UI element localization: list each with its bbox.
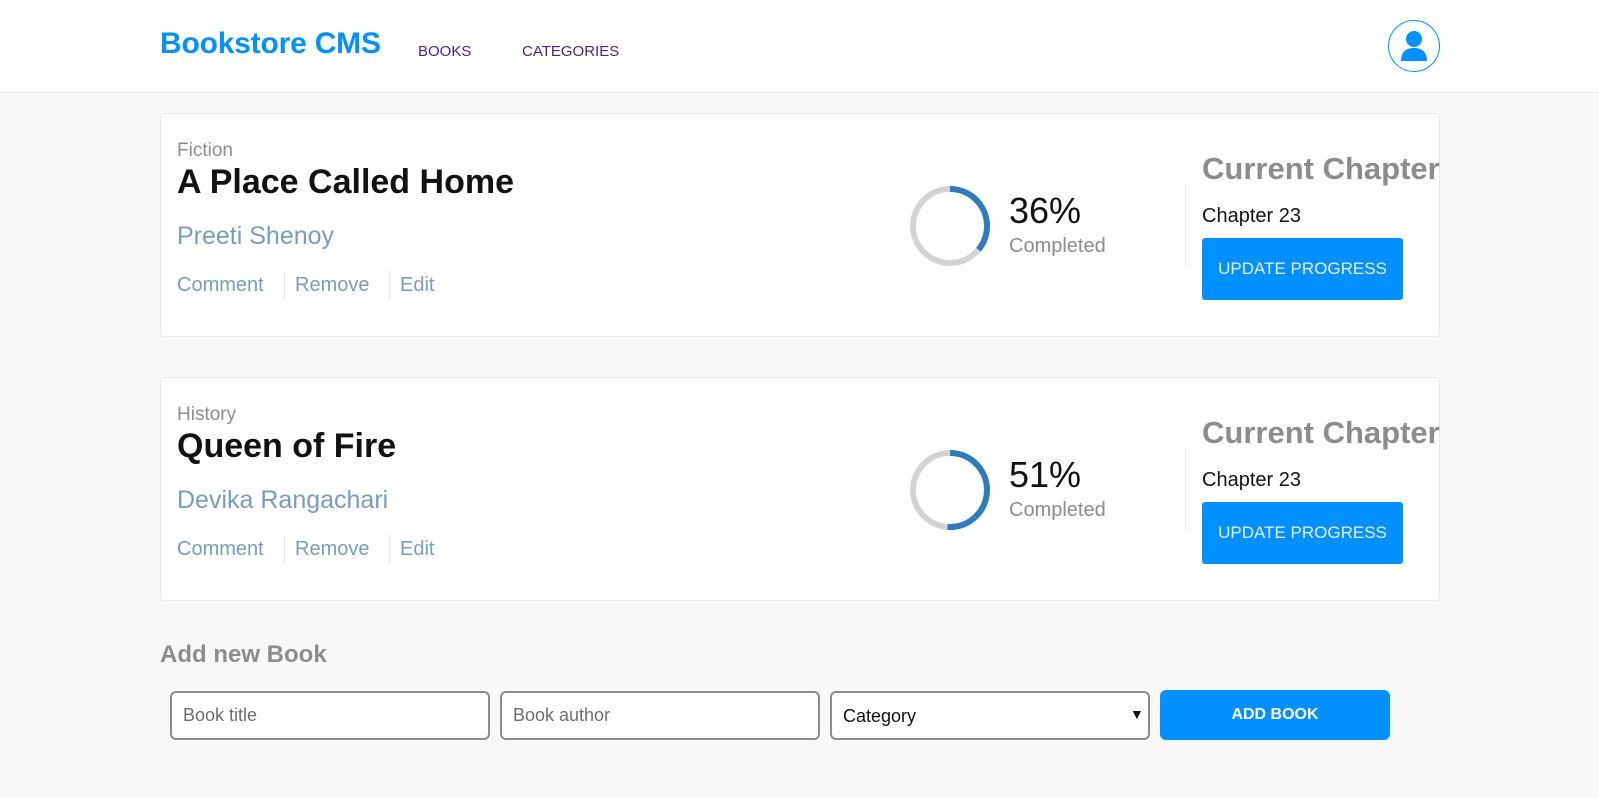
progress-completed-label: Completed bbox=[1009, 235, 1106, 257]
nav-categories-link[interactable]: CATEGORIES bbox=[522, 43, 619, 60]
edit-button[interactable]: Edit bbox=[389, 271, 434, 300]
current-chapter-heading: Current Chapter bbox=[1202, 415, 1440, 450]
update-progress-button[interactable]: UPDATE PROGRESS bbox=[1202, 238, 1403, 300]
add-book-heading: Add new Book bbox=[160, 641, 327, 668]
remove-button[interactable]: Remove bbox=[284, 535, 389, 564]
book-card: Fiction A Place Called Home Preeti Sheno… bbox=[160, 113, 1440, 337]
progress-divider bbox=[1185, 184, 1186, 266]
progress-ring bbox=[910, 186, 990, 266]
current-chapter-value: Chapter 23 bbox=[1202, 205, 1301, 227]
comment-button[interactable]: Comment bbox=[177, 535, 284, 564]
category-select[interactable]: Category bbox=[830, 691, 1150, 740]
book-actions: Comment Remove Edit bbox=[177, 535, 434, 564]
progress-completed-label: Completed bbox=[1009, 499, 1106, 521]
progress-divider bbox=[1185, 448, 1186, 530]
book-author: Devika Rangachari bbox=[177, 486, 389, 514]
add-book-button[interactable]: ADD BOOK bbox=[1160, 690, 1390, 740]
book-title: A Place Called Home bbox=[177, 163, 514, 201]
book-author-input[interactable] bbox=[500, 691, 820, 740]
book-title-input[interactable] bbox=[170, 691, 490, 740]
book-author: Preeti Shenoy bbox=[177, 222, 335, 250]
current-chapter-value: Chapter 23 bbox=[1202, 469, 1301, 491]
current-chapter-heading: Current Chapter bbox=[1202, 151, 1440, 186]
book-actions: Comment Remove Edit bbox=[177, 271, 434, 300]
user-icon bbox=[1401, 31, 1427, 61]
remove-button[interactable]: Remove bbox=[284, 271, 389, 300]
update-progress-button[interactable]: UPDATE PROGRESS bbox=[1202, 502, 1403, 564]
nav-books-link[interactable]: BOOKS bbox=[418, 43, 471, 60]
book-card: History Queen of Fire Devika Rangachari … bbox=[160, 377, 1440, 601]
header: Bookstore CMS BOOKS CATEGORIES bbox=[0, 0, 1599, 93]
book-category: History bbox=[177, 404, 237, 425]
progress-percent: 36% bbox=[1009, 190, 1082, 231]
progress-percent: 51% bbox=[1009, 454, 1082, 495]
brand-title[interactable]: Bookstore CMS bbox=[160, 27, 381, 61]
edit-button[interactable]: Edit bbox=[389, 535, 434, 564]
progress-ring bbox=[910, 450, 990, 530]
book-category: Fiction bbox=[177, 140, 233, 161]
user-avatar-button[interactable] bbox=[1388, 20, 1440, 72]
comment-button[interactable]: Comment bbox=[177, 271, 284, 300]
book-title: Queen of Fire bbox=[177, 427, 397, 465]
